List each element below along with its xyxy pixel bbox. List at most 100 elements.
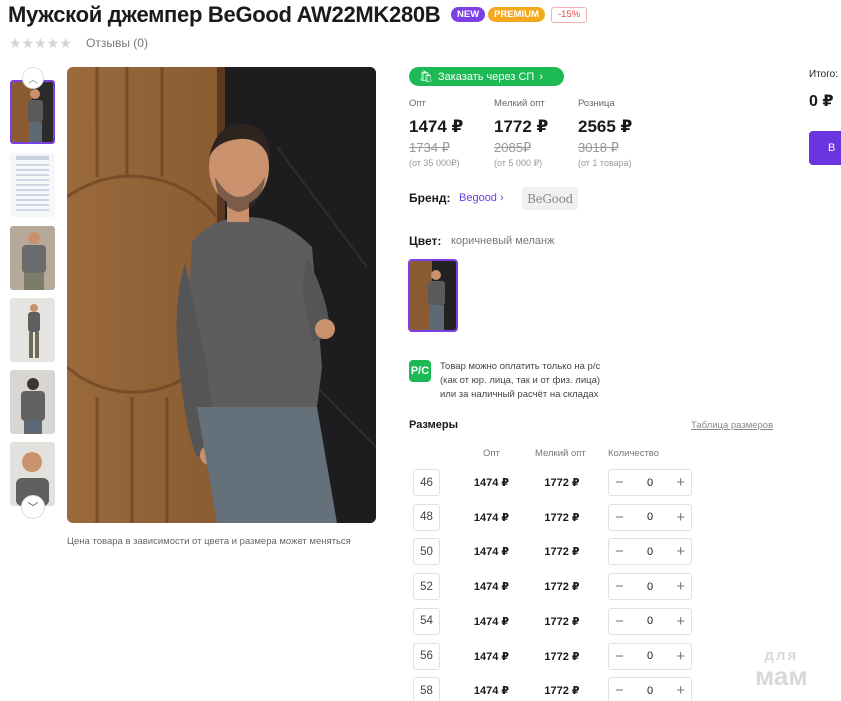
quantity-stepper: − 0 +: [608, 503, 692, 531]
brand-label: Бренд:: [409, 191, 451, 205]
price-opt: Опт 1474 ₽ 1734 ₽ (от 35 000₽): [409, 98, 463, 169]
size-value: 58: [413, 677, 440, 701]
plus-icon[interactable]: +: [676, 683, 685, 698]
plus-icon[interactable]: +: [676, 510, 685, 525]
size-small-opt-price: 1772 ₽: [544, 511, 580, 524]
reviews-link[interactable]: Отзывы (0): [86, 36, 148, 50]
size-value: 54: [413, 607, 440, 635]
size-opt-price: 1474 ₽: [473, 546, 510, 559]
plus-icon[interactable]: +: [676, 614, 685, 629]
plus-icon[interactable]: +: [676, 544, 685, 559]
size-value: 46: [413, 469, 440, 496]
size-small-opt-price: 1772 ₽: [544, 615, 580, 628]
product-photo-thumb: [12, 82, 53, 142]
quantity-stepper: − 0 +: [608, 642, 692, 670]
price-value: 1474 ₽: [409, 117, 464, 136]
price-old: 3018 ₽: [578, 140, 619, 155]
sizes-heading: Размеры: [409, 419, 459, 431]
size-small-opt-price: 1772 ₽: [544, 477, 580, 489]
minus-icon[interactable]: −: [615, 614, 624, 629]
quantity-value[interactable]: 0: [647, 685, 653, 697]
thumbnail-5[interactable]: [10, 370, 55, 434]
new-badge: NEW: [451, 7, 486, 22]
product-photo-thumb: [10, 226, 55, 290]
price-retail: Розница 2565 ₽ 3018 ₽ (от 1 товара): [578, 98, 632, 168]
payment-line: или за наличный расчёт на складах: [440, 389, 599, 400]
price-min: (от 5 000 ₽): [494, 158, 543, 168]
size-opt-price: 1474 ₽: [473, 650, 510, 663]
size-value: 56: [413, 642, 440, 670]
color-swatch[interactable]: [408, 259, 458, 332]
thumbnails-up-button[interactable]: ︿: [22, 67, 44, 89]
total-value: 0 ₽: [809, 93, 834, 110]
plus-icon[interactable]: +: [676, 579, 685, 594]
size-opt-price: 1474 ₽: [473, 511, 510, 524]
quantity-stepper: − 0 +: [608, 469, 692, 496]
product-photo-thumb: [10, 370, 55, 434]
thumbnail-1[interactable]: [10, 80, 55, 144]
price-min: (от 1 товара): [578, 158, 632, 168]
size-small-opt-price: 1772 ₽: [544, 581, 580, 594]
buy-button[interactable]: В: [809, 131, 841, 165]
minus-icon[interactable]: −: [615, 683, 624, 698]
minus-icon[interactable]: −: [615, 579, 624, 594]
chevron-down-icon: ﹀: [27, 502, 39, 514]
price-label: Опт: [409, 98, 426, 109]
discount-badge: -15%: [551, 7, 588, 23]
quantity-value[interactable]: 0: [647, 477, 653, 489]
product-title: Мужской джемпер BeGood AW22MK280B: [8, 2, 441, 27]
plus-icon[interactable]: +: [676, 475, 685, 490]
main-product-photo[interactable]: [67, 67, 376, 523]
price-min: (от 35 000₽): [409, 158, 460, 168]
order-sp-label: Заказать через СП: [437, 70, 535, 83]
quantity-value[interactable]: 0: [647, 650, 653, 662]
brand-link[interactable]: Begood ›: [459, 192, 504, 204]
plus-icon[interactable]: +: [676, 649, 685, 664]
watermark-bottom: мам: [755, 661, 808, 691]
brand-name: Begood: [459, 192, 497, 204]
price-small-opt: Мелкий опт 1772 ₽ 2085₽ (от 5 000 ₽): [494, 98, 548, 169]
quantity-value[interactable]: 0: [647, 546, 653, 558]
thumbnail-2[interactable]: [10, 153, 55, 217]
payment-line: Товар можно оплатить только на р/с: [440, 361, 601, 372]
payment-line: (как от юр. лица, так и от физ. лица): [440, 375, 601, 386]
rating-stars: ★★★★★: [9, 35, 72, 51]
size-value: 48: [413, 503, 440, 531]
minus-icon[interactable]: −: [615, 510, 624, 525]
payment-note: Товар можно оплатить только на р/с (как …: [440, 360, 600, 402]
quantity-value[interactable]: 0: [647, 615, 653, 627]
quantity-value[interactable]: 0: [647, 581, 653, 593]
minus-icon[interactable]: −: [615, 649, 624, 664]
quantity-value[interactable]: 0: [647, 511, 653, 523]
quantity-stepper: − 0 +: [608, 538, 692, 566]
minus-icon[interactable]: −: [615, 475, 624, 490]
thumbnails-down-button[interactable]: ﹀: [21, 495, 45, 519]
order-sp-button[interactable]: 🛍 Заказать через СП ›: [409, 67, 564, 86]
size-row: 56 1474 ₽ 1772 ₽ − 0 +: [409, 642, 709, 670]
premium-badge: PREMIUM: [488, 7, 545, 22]
size-opt-price: 1474 ₽: [473, 685, 510, 698]
thumbnail-4[interactable]: [10, 298, 55, 362]
price-value: 2565 ₽: [578, 117, 633, 136]
quantity-stepper: − 0 +: [608, 677, 692, 701]
size-row: 50 1474 ₽ 1772 ₽ − 0 +: [409, 538, 709, 566]
thumbnail-3[interactable]: [10, 226, 55, 290]
chevron-right-icon: ›: [500, 192, 504, 204]
size-opt-price: 1474 ₽: [473, 581, 510, 594]
price-label: Мелкий опт: [494, 98, 545, 109]
col-header-small-opt: Мелкий опт: [535, 448, 586, 459]
size-row: 52 1474 ₽ 1772 ₽ − 0 +: [409, 573, 709, 601]
size-table-link[interactable]: Таблица размеров: [691, 420, 773, 431]
size-small-opt-price: 1772 ₽: [544, 685, 580, 698]
price-old: 2085₽: [494, 140, 532, 155]
price-value: 1772 ₽: [494, 117, 549, 136]
size-small-opt-price: 1772 ₽: [544, 546, 580, 559]
total-label: Итого:: [809, 69, 838, 80]
color-label: Цвет:: [409, 234, 442, 248]
minus-icon[interactable]: −: [615, 544, 624, 559]
size-opt-price: 1474 ₽: [473, 477, 510, 489]
size-row: 58 1474 ₽ 1772 ₽ − 0 +: [409, 677, 709, 701]
chevron-up-icon: ︿: [28, 74, 38, 86]
brand-logo[interactable]: BeGood: [522, 187, 578, 210]
price-label: Розница: [578, 98, 615, 109]
